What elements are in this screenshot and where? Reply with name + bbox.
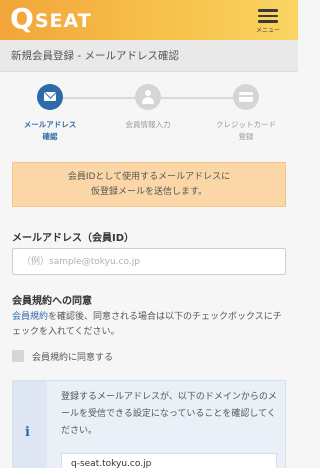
info-box: i 登録するメールアドレスが、以下のドメインからのメールを受信できる設定になって…: [12, 380, 286, 468]
envelope-icon: [37, 84, 63, 110]
step-label: 会員情報入力: [125, 120, 171, 129]
info-sidebar: i: [13, 381, 47, 468]
hamburger-icon: [258, 9, 278, 23]
step-credit-card: クレジットカード 登録: [196, 84, 296, 143]
step-email-confirm: メールアドレス 確認: [0, 84, 100, 143]
notice-line: 会員IDとして使用するメールアドレスに: [67, 172, 231, 182]
email-input[interactable]: [12, 248, 286, 275]
person-icon: [135, 84, 161, 110]
step-label: メールアドレス 確認: [23, 120, 77, 141]
info-icon: i: [25, 425, 30, 440]
terms-description: 会員規約を確認後、同意される場合は以下のチェックボックスにチェックを入れてくださ…: [12, 310, 288, 340]
step-label: クレジットカード 登録: [216, 120, 276, 141]
logo-q: Q: [10, 2, 34, 35]
notice-line: 仮登録メールを送信します。: [90, 187, 208, 197]
terms-agree-row[interactable]: 会員規約に同意する: [12, 349, 113, 363]
page-title: 新規会員登録 - メールアドレス確認: [0, 40, 298, 72]
credit-card-icon: [233, 84, 259, 110]
app-header: Q SEAT メニュー: [0, 0, 298, 40]
menu-label: メニュー: [255, 27, 280, 34]
logo-text: SEAT: [34, 10, 92, 32]
email-label: メールアドレス（会員ID）: [12, 233, 135, 244]
terms-title: 会員規約への同意: [12, 296, 92, 307]
domain-box: q-seat.tokyu.co.jp: [61, 453, 277, 468]
terms-text: を確認後、同意される場合は以下のチェックボックスにチェックを入れてください。: [12, 312, 282, 337]
terms-checkbox[interactable]: [12, 350, 24, 362]
step-member-info: 会員情報入力: [98, 84, 198, 131]
menu-button[interactable]: メニュー: [248, 4, 288, 36]
terms-checkbox-label[interactable]: 会員規約に同意する: [32, 350, 113, 363]
notice-box: 会員IDとして使用するメールアドレスに 仮登録メールを送信します。: [12, 162, 286, 207]
info-text: 登録するメールアドレスが、以下のドメインからのメールを受信できる設定になっている…: [61, 392, 277, 436]
qseat-logo[interactable]: Q SEAT: [10, 4, 92, 34]
progress-steps: メールアドレス 確認 会員情報入力 クレジットカード 登録: [0, 80, 298, 150]
terms-link[interactable]: 会員規約: [12, 312, 48, 322]
